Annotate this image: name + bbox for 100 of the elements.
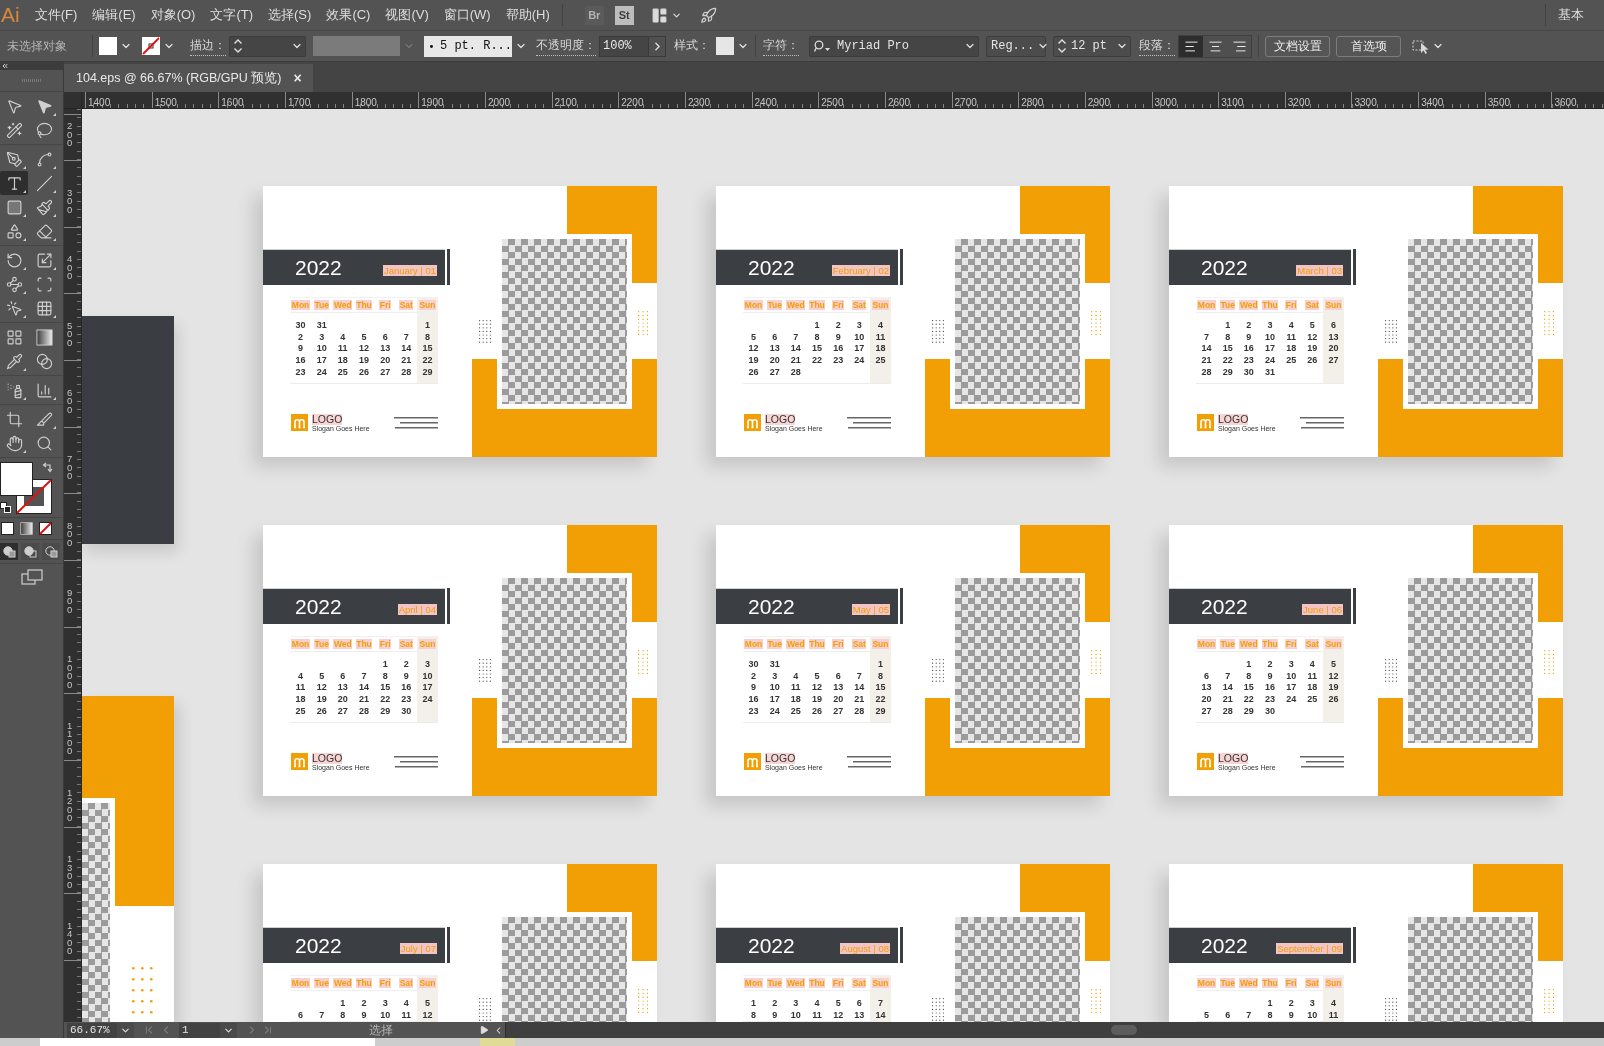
draw-mode-button[interactable] [21,543,39,560]
dot-pattern-icon [1544,311,1555,336]
menu-item[interactable]: 文字(T) [210,5,254,25]
waypoints-icon [5,275,23,293]
paragraph-link[interactable]: 段落： [1139,36,1175,56]
weekday-label: Sun [1324,978,1342,988]
calendar-date: 8 [1267,1009,1273,1020]
align-center-icon [1207,38,1223,54]
opacity-field[interactable]: 100% [599,35,649,57]
style-swatch[interactable] [716,37,734,55]
dot-pattern-icon [479,998,491,1021]
menu-item[interactable]: 效果(C) [326,5,371,25]
font-field[interactable]: Myriad Pro [809,35,979,57]
flyout-corner-icon [23,397,26,400]
calendar-date: 9 [772,1009,778,1020]
tool-button[interactable] [0,171,28,195]
menu-item[interactable]: 对象(O) [150,5,196,25]
scan-frame-icon [35,275,53,293]
menu-item[interactable]: 视图(V) [385,5,429,25]
flyout-corner-icon [23,166,26,169]
stroke-link[interactable]: 描边： [190,36,226,56]
dot-pattern-icon [638,989,649,1014]
menu-item[interactable]: 文件(F) [34,5,78,25]
fill-swatch[interactable] [0,462,33,496]
calendar-date: 30 [1243,367,1254,378]
app-logo: Ai [1,3,20,27]
ruler-label: 3600 [1554,97,1577,108]
calendar-date: 27 [769,367,780,378]
weekday-label: Sun [1324,639,1342,649]
ruler-label: 2700 [954,97,977,108]
calendar-date: 6 [340,670,346,681]
weekday-label: Wed [1239,978,1259,988]
calendar-date: 6 [298,1009,304,1020]
calendar-date: 17 [316,355,327,366]
weekday-label: Fri [379,639,392,649]
stroke-profile-field[interactable] [313,36,400,56]
stepper-arrows-icon[interactable] [233,38,243,54]
weekday-label: Fri [1285,978,1298,988]
draw-mode-button[interactable] [0,543,18,560]
artboard-field[interactable]: 1 [179,1022,220,1038]
dropdown-button[interactable] [220,1022,237,1038]
calendar-date: 28 [359,706,369,717]
menu-item[interactable]: 选择(S) [268,5,312,25]
flyout-corner-icon [23,291,26,294]
layout-icon[interactable] [650,6,668,24]
font-size-field[interactable]: 12 pt [1053,35,1131,57]
collapse-icon[interactable] [1,62,9,70]
toolbar-button[interactable]: 文档设置 [1265,35,1330,57]
calendar-date: 19 [812,694,822,705]
month-label: May | 05 [851,604,890,615]
screen-mode-icon[interactable] [20,569,43,585]
workspace-switcher[interactable]: 基本 [1558,6,1584,24]
calendar-date: 4 [1330,997,1336,1008]
pen-icon [5,150,23,168]
close-button[interactable]: × [293,71,302,85]
rocket-icon[interactable] [699,6,717,24]
swap-arrows-icon[interactable] [42,462,53,473]
menu-item[interactable]: 帮助(H) [505,5,550,25]
solid-fill-icon[interactable] [1,522,14,535]
stroke-weight-field[interactable] [229,35,306,57]
stroke-swatch[interactable] [142,37,160,55]
no-fill-icon[interactable] [39,522,52,535]
flyout-corner-icon [53,214,56,217]
stepper-arrows-icon[interactable] [1057,38,1067,54]
character-link[interactable]: 字符： [763,36,799,56]
calendar-date: 4 [403,997,409,1008]
fill-swatch[interactable] [99,37,117,55]
font-style-field[interactable]: Reg... [986,35,1046,57]
zoom-field[interactable]: 66.67% [67,1022,117,1038]
logo-mark-icon [1197,753,1214,770]
weekday-label: Thu [1261,639,1279,649]
draw-mode-button[interactable] [42,543,60,560]
document-tab[interactable]: 104.eps @ 66.67% (RGB/GPU 预览) × [64,64,313,92]
eyedropper-icon [5,352,23,370]
scrollbar-thumb[interactable] [1111,1025,1137,1035]
toolbar-button[interactable]: 首选项 [1336,35,1401,57]
align-button[interactable] [1179,35,1203,57]
calendar-date: 18 [875,343,886,354]
calendar-date: 16 [401,682,412,693]
opacity-slider-button[interactable] [649,35,666,57]
opacity-link[interactable]: 不透明度： [536,36,596,56]
dropdown-button[interactable] [117,1022,134,1038]
ruler-label: 700 [67,455,74,481]
default-colors-icon[interactable] [0,502,11,513]
gradient-fill-icon[interactable] [20,522,33,535]
grip-icon[interactable] [21,79,42,82]
calendar-date: 9 [361,1009,367,1020]
calendar-date: 16 [1265,682,1275,693]
calendar-date: 8 [1225,331,1231,342]
grid-icon [35,299,53,317]
calendar-date: 30 [401,706,412,717]
menu-item[interactable]: 编辑(E) [92,5,136,25]
weekday-label: Fri [832,300,845,310]
app-button[interactable]: St [614,5,634,25]
column-chart-icon [35,381,53,399]
brush-field[interactable]: 5 pt. R... [424,35,512,57]
menu-item[interactable]: 窗口(W) [443,5,491,25]
circle-behind-icon [23,545,37,558]
calendar-date: 24 [854,355,865,366]
dashed-square-pointer-icon[interactable] [1412,38,1430,54]
